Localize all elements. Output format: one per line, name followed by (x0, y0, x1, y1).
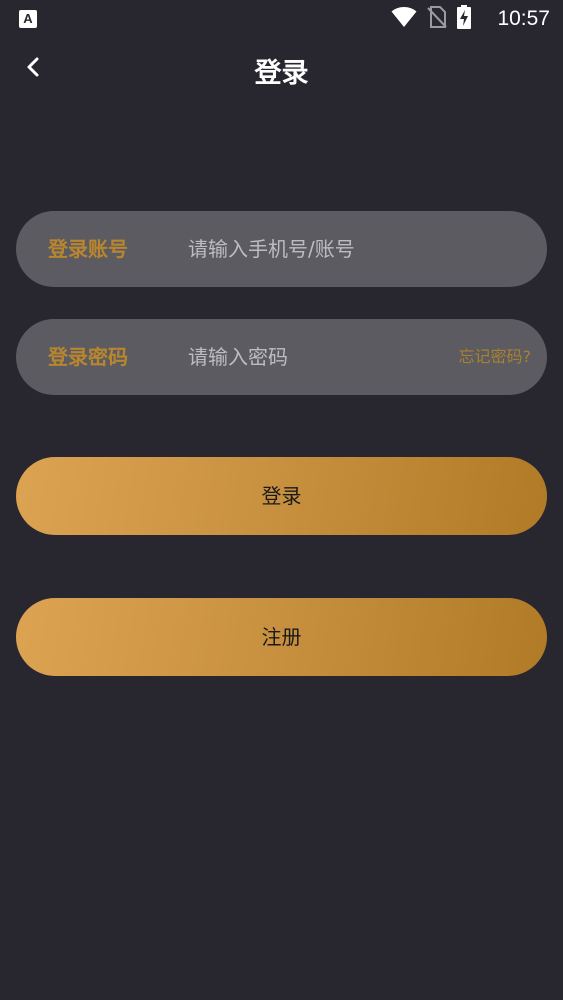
battery-charging-icon (457, 5, 471, 33)
password-input[interactable] (188, 337, 438, 377)
login-button[interactable]: 登录 (16, 457, 547, 535)
status-time: 10:57 (497, 7, 550, 30)
account-field-row: 登录账号 (16, 211, 547, 287)
account-input[interactable] (188, 229, 438, 269)
page-title: 登录 (254, 58, 309, 89)
status-icons (391, 5, 471, 33)
forgot-password-link[interactable]: 忘记密码? (459, 319, 532, 395)
password-label: 登录密码 (48, 345, 128, 369)
status-bar: A 10:57 (0, 0, 563, 38)
wifi-icon (391, 6, 417, 32)
no-sim-icon (427, 6, 447, 32)
app-notification-icon: A (19, 10, 37, 28)
account-label: 登录账号 (48, 237, 128, 261)
register-button[interactable]: 注册 (16, 598, 547, 676)
password-field-row: 登录密码 忘记密码? (16, 319, 547, 395)
